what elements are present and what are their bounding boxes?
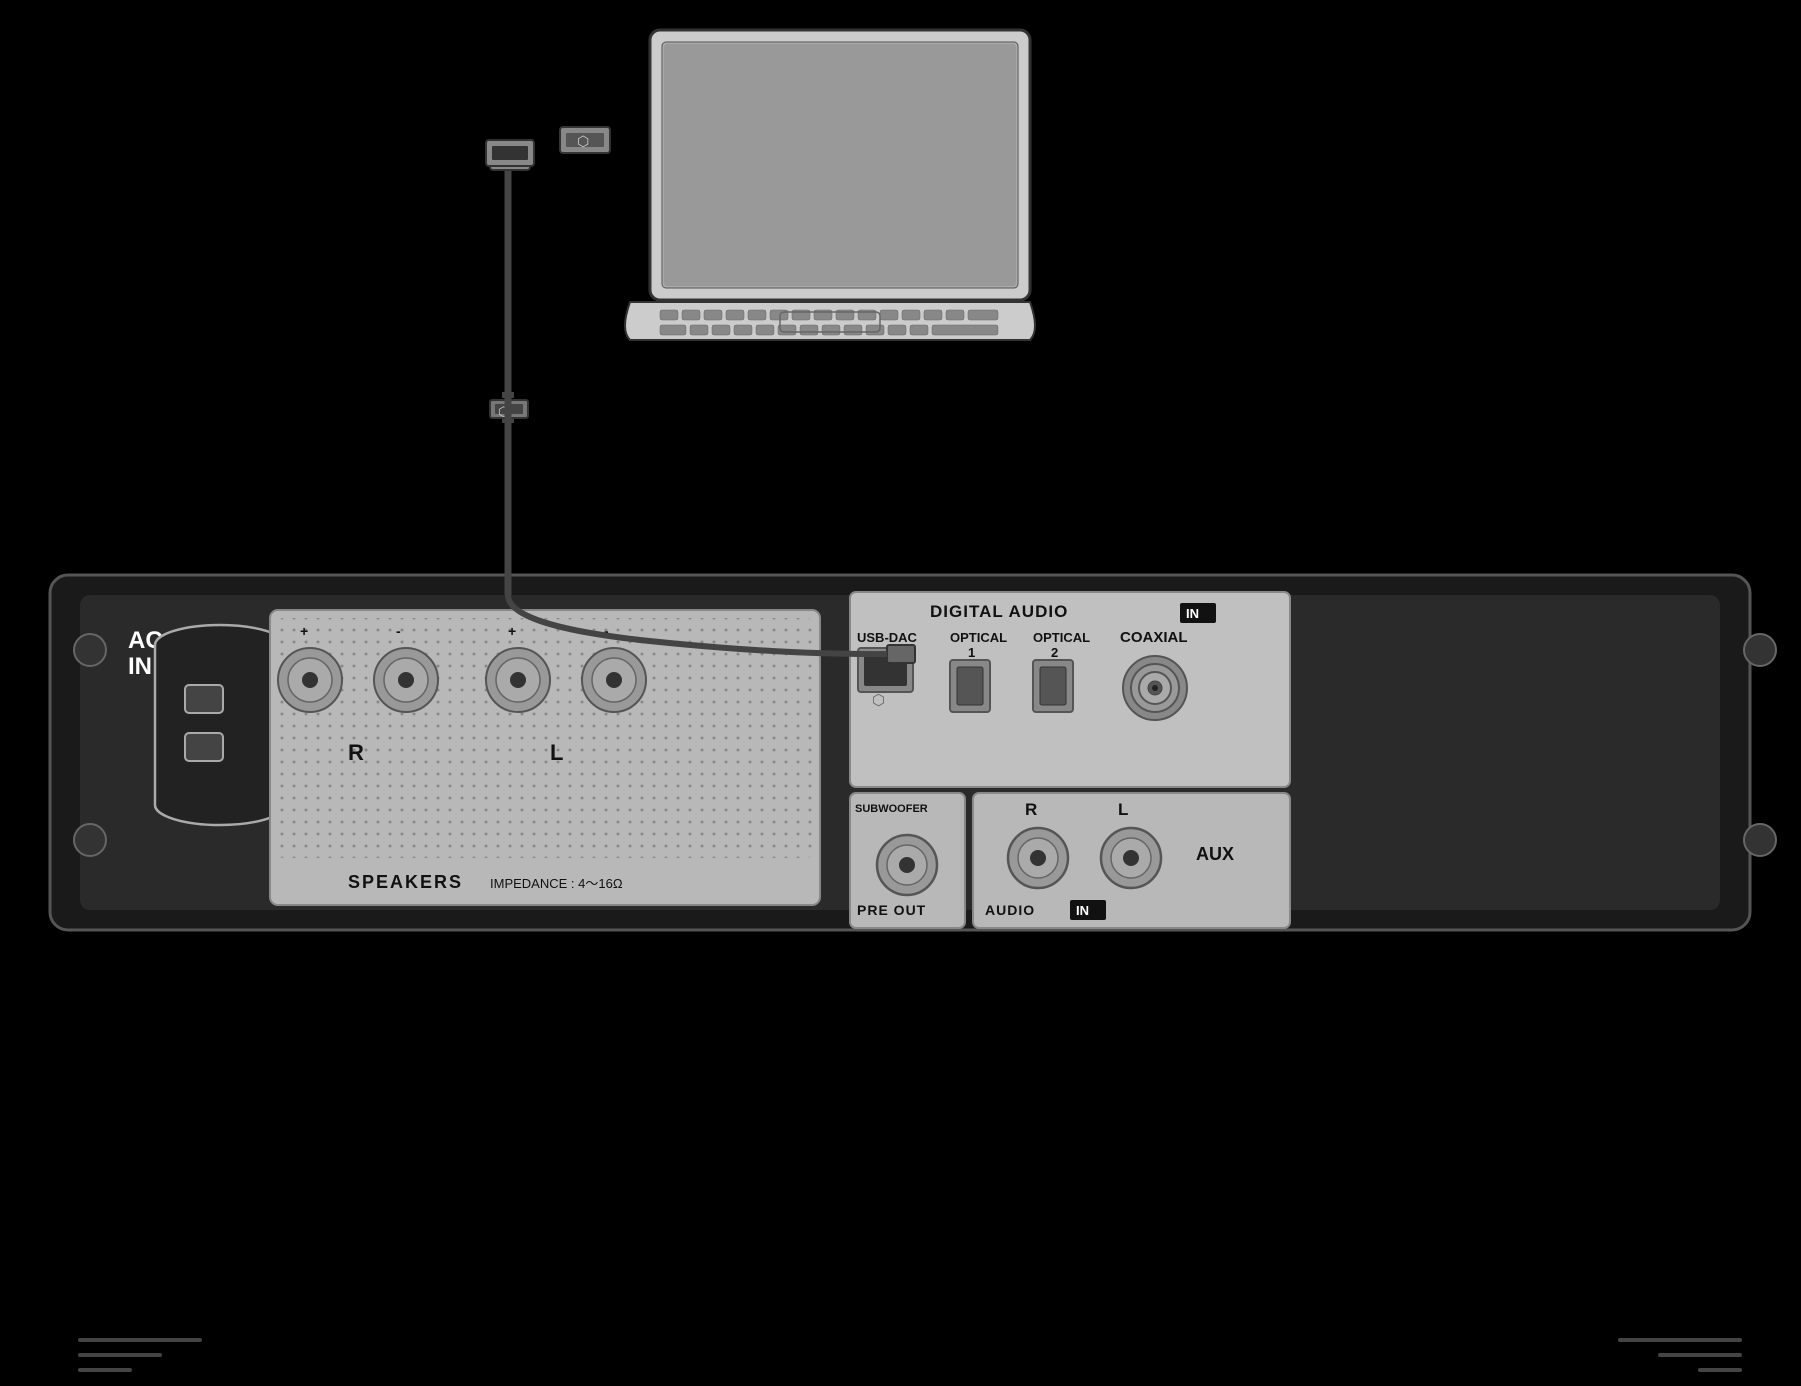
svg-text:R: R (1025, 800, 1037, 819)
svg-text:IN: IN (128, 653, 152, 680)
svg-text:⬡: ⬡ (498, 404, 509, 419)
svg-text:1: 1 (968, 645, 975, 660)
svg-text:⬡: ⬡ (872, 692, 885, 709)
svg-text:IN: IN (1076, 903, 1089, 918)
svg-text:DIGITAL AUDIO: DIGITAL AUDIO (930, 602, 1068, 621)
svg-text:USB-DAC: USB-DAC (857, 630, 918, 645)
svg-text:AUX: AUX (1196, 844, 1234, 864)
usb-connector-cable-top: ⬡ (490, 400, 528, 419)
svg-text:SUBWOOFER: SUBWOOFER (855, 803, 928, 815)
svg-text:2: 2 (1051, 645, 1058, 660)
svg-text:SPEAKERS: SPEAKERS (348, 872, 463, 892)
svg-text:OPTICAL: OPTICAL (1033, 630, 1090, 645)
svg-text:L: L (550, 740, 563, 765)
main-scene: ⬡ ⬡ A (0, 0, 1801, 1386)
svg-text:-: - (604, 623, 609, 639)
svg-text:AUDIO: AUDIO (985, 902, 1035, 918)
svg-text:-: - (396, 623, 401, 639)
svg-text:L: L (1118, 800, 1128, 819)
svg-text:AC: AC (128, 627, 163, 654)
svg-text:OPTICAL: OPTICAL (950, 630, 1007, 645)
svg-text:COAXIAL: COAXIAL (1120, 629, 1188, 646)
svg-text:⬡: ⬡ (577, 133, 589, 149)
svg-text:PRE OUT: PRE OUT (857, 902, 926, 918)
usb-plug-laptop: ⬡ (560, 127, 610, 153)
svg-text:IN: IN (1186, 606, 1199, 621)
svg-text:R: R (348, 740, 364, 765)
svg-text:+: + (300, 623, 308, 639)
svg-text:IMPEDANCE : 4～16Ω: IMPEDANCE : 4～16Ω (490, 876, 623, 891)
laptop-illustration (625, 30, 1035, 340)
svg-text:+: + (508, 623, 516, 639)
usb-cable (502, 148, 514, 420)
